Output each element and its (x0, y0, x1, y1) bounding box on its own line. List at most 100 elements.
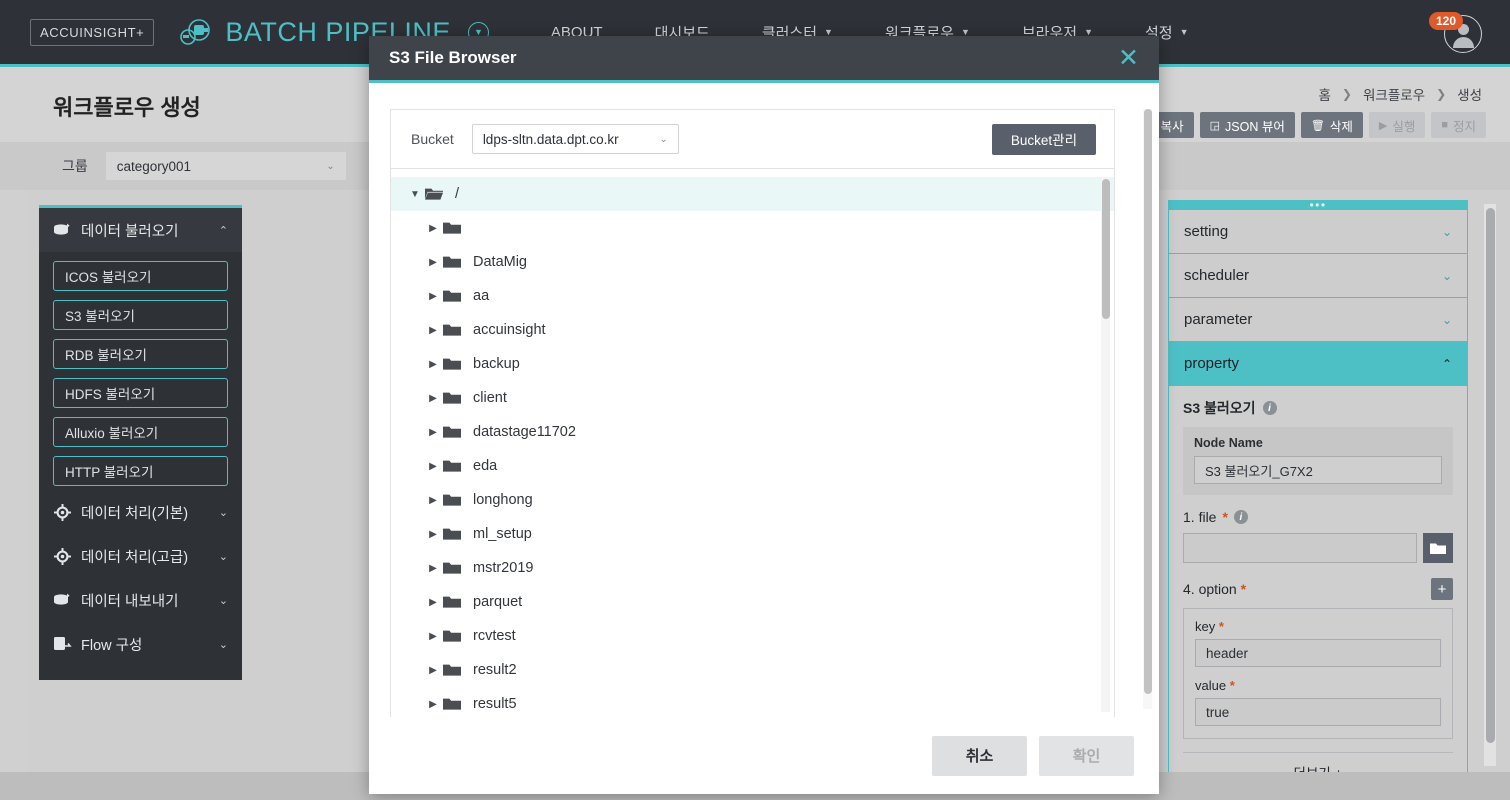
folder-icon[interactable] (1423, 533, 1453, 563)
accordion-label: parameter (1184, 311, 1253, 328)
tree-row[interactable]: ▶ eda (391, 449, 1114, 483)
tree-row-label: ml_setup (473, 526, 532, 542)
palette-item-rdb[interactable]: RDB 불러오기 (53, 339, 228, 369)
chevron-down-icon: ▼ (1179, 27, 1189, 37)
palette-section-data-process-basic[interactable]: 데이터 처리(기본) ⌄ (39, 490, 242, 534)
tree-row[interactable]: ▶ client (391, 381, 1114, 415)
bucket-manage-button[interactable]: Bucket관리 (991, 123, 1096, 155)
json-viewer-button[interactable]: ◲ JSON 뷰어 (1199, 112, 1295, 138)
property-panel-scrollbar-thumb[interactable] (1486, 208, 1495, 743)
required-marker: * (1240, 581, 1247, 597)
tree-row[interactable]: ▶ DataMig (391, 245, 1114, 279)
twisty-collapsed-icon[interactable]: ▶ (423, 393, 443, 404)
info-icon[interactable]: i (1262, 401, 1277, 415)
plus-icon[interactable]: + (1431, 578, 1453, 600)
twisty-collapsed-icon[interactable]: ▶ (423, 257, 443, 268)
modal-scrollbar-thumb[interactable] (1144, 109, 1152, 694)
palette-item-s3[interactable]: S3 불러오기 (53, 300, 228, 330)
json-viewer-icon: ◲ (1209, 119, 1221, 132)
twisty-collapsed-icon[interactable]: ▶ (423, 291, 443, 302)
twisty-collapsed-icon[interactable]: ▶ (423, 359, 443, 370)
breadcrumb-item-workflow[interactable]: 워크플로우 (1363, 84, 1425, 104)
brand-accuinsight[interactable]: ACCUINSIGHT+ (30, 18, 155, 46)
tree-row[interactable]: ▶ (391, 211, 1114, 245)
chevron-down-icon: ⌄ (218, 638, 228, 651)
accordion-setting[interactable]: setting ⌄ (1169, 210, 1467, 254)
close-icon[interactable]: ✕ (1118, 45, 1139, 71)
twisty-expanded-icon[interactable]: ▼ (405, 189, 425, 200)
tree-row[interactable]: ▶ datastage11702 (391, 415, 1114, 449)
tree-row[interactable]: ▶ aa (391, 279, 1114, 313)
breadcrumb-item-home[interactable]: 홈 (1319, 84, 1331, 104)
twisty-collapsed-icon[interactable]: ▶ (423, 223, 443, 234)
folder-icon (443, 221, 469, 235)
chevron-down-icon: ⌄ (1441, 268, 1452, 283)
option-value-input[interactable]: true (1195, 698, 1441, 726)
twisty-collapsed-icon[interactable]: ▶ (423, 461, 443, 472)
info-icon[interactable]: i (1233, 510, 1248, 524)
user-menu[interactable]: 120 (1428, 12, 1482, 56)
tree-row[interactable]: ▶ accuinsight (391, 313, 1114, 347)
palette-section-flow[interactable]: Flow 구성 ⌄ (39, 622, 242, 666)
json-viewer-button-label: JSON 뷰어 (1225, 119, 1285, 134)
tree-row-label: client (473, 390, 507, 406)
breadcrumb: 홈 ❯ 워크플로우 ❯ 생성 (1319, 84, 1483, 104)
required-marker: * (1229, 678, 1235, 693)
tree-row[interactable]: ▶ result2 (391, 653, 1114, 687)
twisty-collapsed-icon[interactable]: ▶ (423, 699, 443, 710)
group-select[interactable]: category001 ⌄ (105, 152, 346, 180)
twisty-collapsed-icon[interactable]: ▶ (423, 597, 443, 608)
twisty-collapsed-icon[interactable]: ▶ (423, 427, 443, 438)
folder-icon (443, 527, 469, 541)
file-tree: ▼ / ▶ ▶ DataMig ▶ aa ▶ accuinsight ▶ bac… (391, 169, 1114, 717)
trash-icon: 🗑 (1310, 119, 1325, 132)
twisty-collapsed-icon[interactable]: ▶ (423, 631, 443, 642)
option-key-label-row: key * (1195, 619, 1441, 634)
play-icon: ▶ (1378, 119, 1388, 132)
tree-row[interactable]: ▶ result5 (391, 687, 1114, 717)
option-value-label-row: value * (1195, 678, 1441, 693)
tree-row[interactable]: ▶ rcvtest (391, 619, 1114, 653)
option-label-group: 4. option * (1183, 581, 1246, 597)
modal-title: S3 File Browser (389, 48, 517, 67)
palette-section-data-process-advanced[interactable]: 데이터 처리(고급) ⌄ (39, 534, 242, 578)
palette-section-data-import[interactable]: 데이터 불러오기 ⌃ (39, 208, 242, 252)
palette-item-hdfs[interactable]: HDFS 불러오기 (53, 378, 228, 408)
folder-icon (443, 391, 469, 405)
option-key-input[interactable]: header (1195, 639, 1441, 667)
delete-button[interactable]: 🗑 삭제 (1300, 112, 1363, 138)
tree-row[interactable]: ▶ longhong (391, 483, 1114, 517)
palette-section-items: ICOS 불러오기 S3 불러오기 RDB 불러오기 HDFS 불러오기 All… (39, 252, 242, 490)
accordion-scheduler[interactable]: scheduler ⌄ (1169, 254, 1467, 298)
tree-row[interactable]: ▶ parquet (391, 585, 1114, 619)
tree-scrollbar-thumb[interactable] (1102, 179, 1110, 319)
folder-icon (443, 561, 469, 575)
twisty-collapsed-icon[interactable]: ▶ (423, 529, 443, 540)
accordion-parameter[interactable]: parameter ⌄ (1169, 298, 1467, 342)
cancel-button[interactable]: 취소 (932, 735, 1027, 776)
tree-row[interactable]: ▶ mstr2019 (391, 551, 1114, 585)
twisty-collapsed-icon[interactable]: ▶ (423, 665, 443, 676)
tree-row[interactable]: ▶ ml_setup (391, 517, 1114, 551)
palette-item-alluxio[interactable]: Alluxio 불러오기 (53, 417, 228, 447)
drag-handle-dots[interactable]: ••• (1169, 199, 1467, 211)
palette-item-icos[interactable]: ICOS 불러오기 (53, 261, 228, 291)
notification-badge[interactable]: 120 (1428, 12, 1463, 30)
palette-section-data-export[interactable]: 데이터 내보내기 ⌄ (39, 578, 242, 622)
palette-item-http[interactable]: HTTP 불러오기 (53, 456, 228, 486)
twisty-collapsed-icon[interactable]: ▶ (423, 563, 443, 574)
node-name-input[interactable]: S3 불러오기_G7X2 (1194, 456, 1442, 484)
node-name-label: Node Name (1194, 436, 1263, 450)
bucket-select[interactable]: ldps-sltn.data.dpt.co.kr ⌄ (471, 124, 679, 154)
file-field-label: 1. file (1183, 509, 1217, 525)
file-input[interactable] (1183, 533, 1417, 563)
accordion-property[interactable]: property ⌃ (1169, 342, 1467, 386)
palette-section-label: 데이터 불러오기 (81, 223, 179, 240)
file-tree-container: ▼ / ▶ ▶ DataMig ▶ aa ▶ accuinsight ▶ bac… (390, 168, 1115, 717)
tree-row-label: parquet (473, 594, 523, 610)
twisty-collapsed-icon[interactable]: ▶ (423, 495, 443, 506)
tree-row[interactable]: ▶ backup (391, 347, 1114, 381)
property-panel: ••• setting ⌄ scheduler ⌄ parameter ⌄ pr… (1168, 199, 1468, 800)
tree-row-root[interactable]: ▼ / (391, 177, 1114, 211)
twisty-collapsed-icon[interactable]: ▶ (423, 325, 443, 336)
